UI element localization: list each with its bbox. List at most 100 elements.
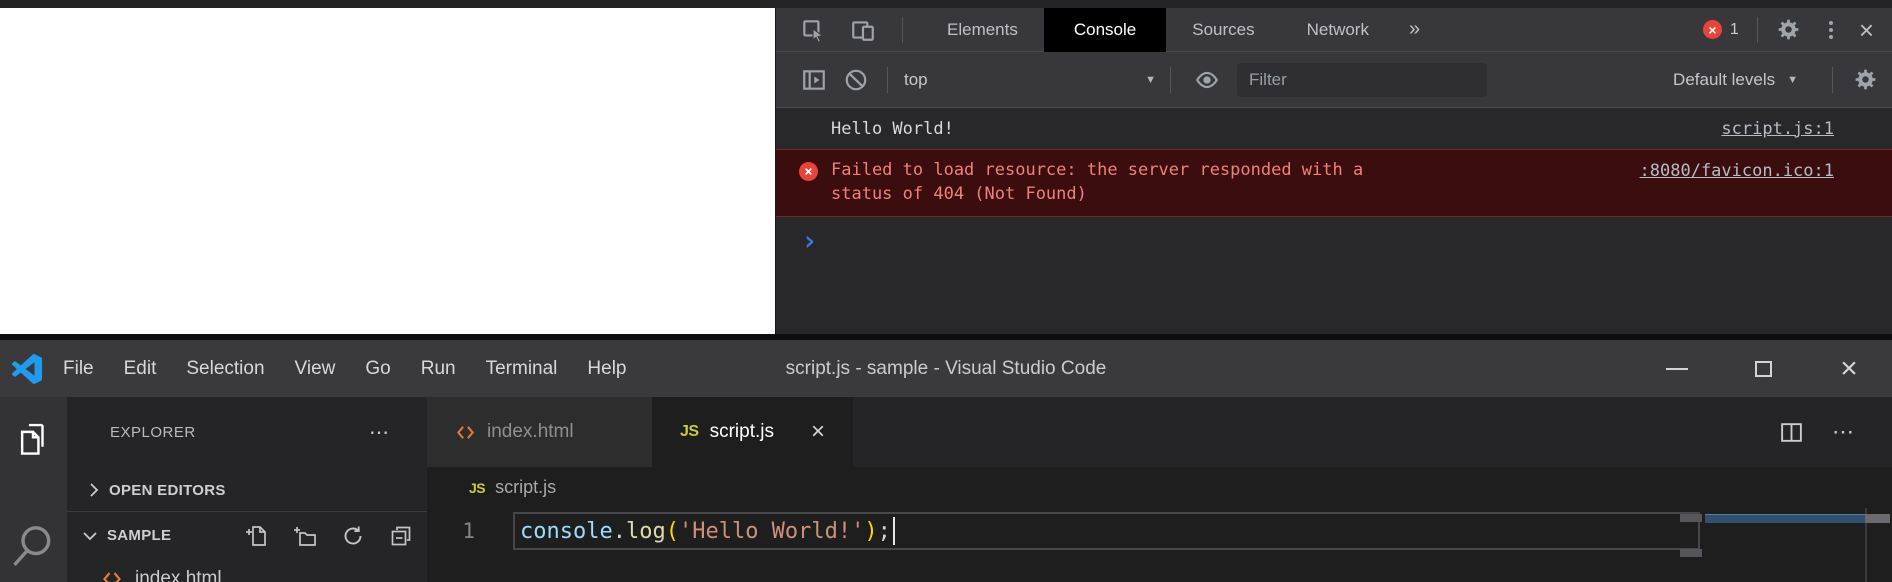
- collapse-all-icon[interactable]: [389, 524, 413, 548]
- menu-edit[interactable]: Edit: [109, 340, 172, 397]
- activity-bar: [0, 397, 67, 582]
- minimize-icon: [1666, 368, 1688, 370]
- more-options-icon[interactable]: [1829, 21, 1833, 39]
- clear-console-icon[interactable]: [843, 67, 869, 93]
- html-file-icon: [455, 422, 476, 443]
- code-token: ): [864, 519, 877, 544]
- sidebar-more-actions-icon[interactable]: ⋯: [369, 420, 391, 445]
- new-folder-icon[interactable]: [293, 524, 317, 548]
- minimap-code-line[interactable]: [1705, 514, 1865, 523]
- vscode-logo-icon: [12, 354, 42, 384]
- source-link-favicon[interactable]: :8080/favicon.ico:1: [1640, 159, 1834, 183]
- chevron-right-icon: [83, 479, 105, 501]
- text-cursor: [893, 517, 895, 545]
- divider: [1757, 17, 1758, 43]
- tab-index-html[interactable]: index.html: [427, 397, 652, 467]
- log-levels-dropdown[interactable]: Default levels ▼: [1673, 70, 1798, 90]
- section-open-editors[interactable]: OPEN EDITORS: [67, 469, 427, 512]
- code-token: 'Hello World!': [679, 519, 864, 544]
- breadcrumb-filename: script.js: [495, 477, 556, 498]
- error-count-icon[interactable]: ×: [1703, 20, 1722, 39]
- sidebar-title: EXPLORER: [110, 424, 196, 441]
- menu-go[interactable]: Go: [350, 340, 405, 397]
- chevron-down-icon: ▼: [1787, 74, 1798, 86]
- error-text-line2: status of 404 (Not Found): [831, 182, 1834, 206]
- prompt-chevron-icon: ›: [801, 224, 818, 257]
- search-icon[interactable]: [13, 525, 53, 582]
- html-file-icon: [101, 568, 123, 582]
- refresh-icon[interactable]: [341, 524, 365, 548]
- devtools-close-icon[interactable]: ×: [1859, 17, 1874, 43]
- devtools-panel: Elements Console Sources Network » × 1 ×: [775, 8, 1892, 334]
- device-toolbar-icon[interactable]: [850, 17, 876, 43]
- split-editor-icon[interactable]: [1779, 420, 1804, 445]
- browser-viewport: [0, 8, 775, 334]
- editor-decoration: [1680, 514, 1702, 522]
- console-log-row: Hello World! script.js:1: [776, 108, 1892, 149]
- more-tabs-icon[interactable]: »: [1395, 8, 1434, 52]
- vscode-window: File Edit Selection View Go Run Terminal…: [0, 334, 1892, 582]
- divider: [887, 67, 888, 93]
- console-sidebar-toggle-icon[interactable]: [801, 67, 827, 93]
- editor-tabbar: index.html JS script.js × ⋯: [427, 397, 1892, 467]
- code-editor[interactable]: 1 console.log('Hello World!');: [427, 508, 1892, 582]
- explorer-files-icon[interactable]: [15, 421, 51, 459]
- code-token: ;: [878, 519, 891, 544]
- code-token: console: [520, 519, 613, 544]
- tab-close-icon[interactable]: ×: [811, 420, 825, 444]
- menu-view[interactable]: View: [280, 340, 351, 397]
- close-button[interactable]: ×: [1806, 340, 1892, 397]
- console-settings-gear-icon[interactable]: [1853, 67, 1878, 92]
- vscode-titlebar: File Edit Selection View Go Run Terminal…: [0, 340, 1892, 397]
- console-toolbar: top ▼ Default levels ▼: [776, 52, 1892, 108]
- console-messages: Hello World! script.js:1 × Failed to loa…: [776, 108, 1892, 255]
- breadcrumb[interactable]: JS script.js: [427, 467, 1892, 508]
- editor-decoration: [1680, 549, 1702, 557]
- console-filter-input[interactable]: [1237, 63, 1487, 97]
- close-icon: ×: [1840, 354, 1858, 384]
- console-prompt[interactable]: ›: [776, 217, 1892, 255]
- tab-console[interactable]: Console: [1044, 8, 1166, 52]
- javascript-context-selector[interactable]: top ▼: [904, 70, 1156, 90]
- tab-elements[interactable]: Elements: [921, 8, 1044, 52]
- maximize-button[interactable]: [1720, 340, 1806, 397]
- maximize-icon: [1755, 361, 1772, 377]
- chevron-down-icon: [79, 525, 101, 547]
- divider: [902, 17, 903, 43]
- code-token: (: [666, 519, 679, 544]
- menu-run[interactable]: Run: [406, 340, 471, 397]
- source-link-script[interactable]: script.js:1: [1721, 119, 1834, 139]
- window-controls: ×: [1634, 340, 1892, 397]
- editor-more-actions-icon[interactable]: ⋯: [1832, 419, 1856, 445]
- code-token: log: [626, 519, 666, 544]
- code-line[interactable]: console.log('Hello World!');: [520, 512, 895, 550]
- tab-sources[interactable]: Sources: [1166, 8, 1280, 52]
- js-file-icon: JS: [469, 480, 485, 496]
- menu-terminal[interactable]: Terminal: [471, 340, 573, 397]
- line-number: 1: [427, 512, 513, 550]
- error-count: 1: [1730, 21, 1739, 39]
- devtools-tabbar: Elements Console Sources Network » × 1 ×: [776, 8, 1892, 52]
- explorer-sidebar: EXPLORER ⋯ OPEN EDITORS SAMPLE: [67, 397, 427, 582]
- js-file-icon: JS: [680, 423, 699, 441]
- divider: [1170, 67, 1171, 93]
- tab-script-js[interactable]: JS script.js ×: [652, 397, 853, 467]
- menu-help[interactable]: Help: [572, 340, 641, 397]
- file-item-index-html[interactable]: index.html: [67, 559, 427, 582]
- section-sample-folder[interactable]: SAMPLE: [67, 512, 427, 559]
- console-error-row: × Failed to load resource: the server re…: [776, 149, 1892, 217]
- menu-file[interactable]: File: [48, 340, 109, 397]
- tab-network[interactable]: Network: [1281, 8, 1395, 52]
- error-icon: ×: [799, 162, 818, 181]
- divider: [1832, 67, 1833, 93]
- menu-selection[interactable]: Selection: [171, 340, 279, 397]
- live-expression-eye-icon[interactable]: [1193, 67, 1221, 93]
- console-log-text: Hello World!: [831, 119, 954, 139]
- minimize-button[interactable]: [1634, 340, 1720, 397]
- new-file-icon[interactable]: [245, 524, 269, 548]
- settings-gear-icon[interactable]: [1776, 17, 1801, 42]
- chevron-down-icon: ▼: [1145, 74, 1156, 86]
- inspect-element-icon[interactable]: [800, 17, 826, 43]
- code-token: .: [613, 519, 626, 544]
- overview-ruler-marker: [1865, 514, 1890, 523]
